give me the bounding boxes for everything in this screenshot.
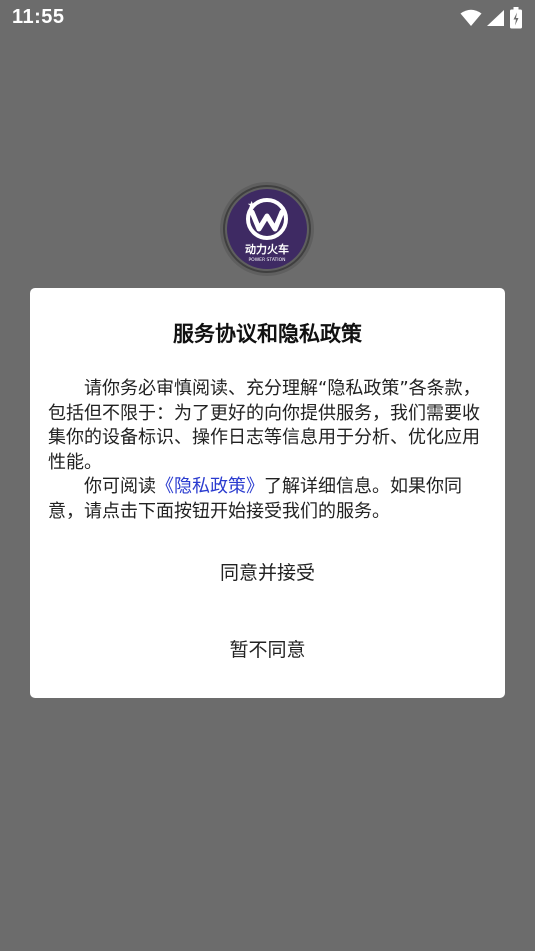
battery-charging-icon bbox=[509, 7, 523, 29]
wifi-icon bbox=[460, 9, 482, 27]
status-icons bbox=[460, 7, 523, 29]
logo-name-cn: 动力火车 bbox=[245, 242, 289, 256]
status-clock: 11:55 bbox=[12, 6, 65, 28]
privacy-policy-link[interactable]: 《隐私政策》 bbox=[156, 476, 264, 497]
dialog-body: 请你务必审慎阅读、充分理解“隐私政策”各条款，包括但不限于：为了更好的向你提供服… bbox=[48, 377, 488, 524]
dialog-title: 服务协议和隐私政策 bbox=[173, 322, 362, 346]
agree-button[interactable]: 同意并接受 bbox=[30, 558, 505, 585]
privacy-dialog: 服务协议和隐私政策 请你务必审慎阅读、充分理解“隐私政策”各条款，包括但不限于：… bbox=[30, 288, 505, 698]
paragraph-2-prefix: 你可阅读 bbox=[84, 476, 156, 497]
logo-name-en: POWER STATION bbox=[248, 257, 285, 263]
dialog-paragraph-1: 请你务必审慎阅读、充分理解“隐私政策”各条款，包括但不限于：为了更好的向你提供服… bbox=[48, 378, 481, 473]
cellular-signal-icon bbox=[486, 9, 505, 27]
disagree-button[interactable]: 暂不同意 bbox=[30, 635, 505, 662]
app-logo: 动力火车 POWER STATION bbox=[219, 181, 315, 277]
status-bar: 11:55 bbox=[0, 0, 535, 36]
dialog-paragraph-2: 你可阅读《隐私政策》了解详细信息。如果你同意，请点击下面按钮开始接受我们的服务。 bbox=[48, 475, 488, 524]
